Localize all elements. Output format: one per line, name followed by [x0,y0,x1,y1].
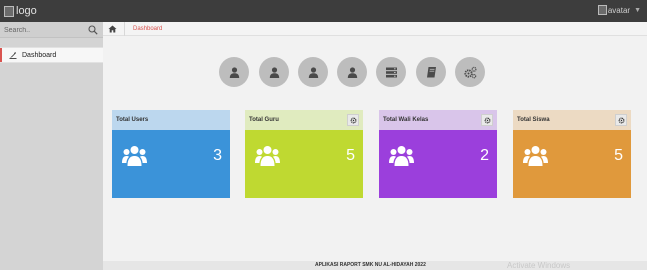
card-total-guru: Total Guru 5 [245,110,363,198]
breadcrumb-current[interactable]: Dashboard [133,26,162,32]
gear-icon [484,117,490,123]
quick-link-user-3[interactable] [298,57,328,87]
broken-image-icon [4,5,14,17]
user-icon [229,66,239,78]
users-icon [122,146,147,166]
search-icon[interactable] [88,25,98,35]
dashboard-icon [9,52,17,59]
avatar [597,5,607,15]
gear-icon [350,117,356,123]
quick-link-user-1[interactable] [219,57,249,87]
card-total-wali-kelas: Total Wali Kelas 2 [379,110,497,198]
card-title: Total Wali Kelas [383,117,429,123]
quick-link-user-2[interactable] [259,57,289,87]
sidebar-item-dashboard[interactable]: Dashboard [0,47,103,63]
card-count: 5 [614,147,623,164]
server-icon [385,67,397,77]
card-header: Total Guru [245,110,363,130]
breadcrumb-separator [124,21,125,36]
active-indicator [0,48,2,62]
card-count: 2 [480,147,489,164]
footer: APLIKASI RAPORT SMK NU AL-HIDAYAH 2022 A… [103,261,647,270]
gear-icon [618,117,624,123]
card-title: Total Users [116,117,149,123]
quick-link-settings[interactable] [455,57,485,87]
card-body: 5 [245,130,363,198]
card-body: 2 [379,130,497,198]
card-body: 3 [112,130,230,198]
card-count: 5 [346,147,355,164]
card-total-siswa: Total Siswa 5 [513,110,631,198]
home-icon[interactable] [108,25,117,33]
cogs-icon [463,66,477,78]
book-icon [426,66,436,77]
main-content: Total Users 3 Total Guru 5 Total Wali Ke… [103,36,647,261]
search-input[interactable] [4,24,88,36]
card-settings-button[interactable] [481,114,493,126]
chevron-down-icon[interactable]: ▼ [634,7,641,14]
user-menu[interactable]: avatar ▼ [597,5,641,15]
quick-link-user-4[interactable] [337,57,367,87]
card-settings-button[interactable] [347,114,359,126]
avatar-alt-text: avatar [607,5,631,15]
sidebar: Dashboard [0,22,103,270]
card-title: Total Guru [249,117,279,123]
users-icon [389,146,414,166]
activation-watermark: Activate Windows [507,261,571,270]
breadcrumb: Dashboard [103,21,647,36]
users-icon [523,146,548,166]
card-header: Total Wali Kelas [379,110,497,130]
users-icon [255,146,280,166]
card-header: Total Users [112,110,230,130]
sidebar-item-label: Dashboard [22,51,57,59]
top-bar: logo avatar ▼ [0,0,647,22]
card-title: Total Siswa [517,117,550,123]
sidebar-search [0,22,103,38]
user-icon [308,66,318,78]
card-body: 5 [513,130,631,198]
logo-alt-text: logo [16,5,37,17]
card-settings-button[interactable] [615,114,627,126]
card-header: Total Siswa [513,110,631,130]
card-total-users: Total Users 3 [112,110,230,198]
user-icon [269,66,279,78]
user-icon [347,66,357,78]
logo[interactable]: logo [4,4,37,18]
footer-text: APLIKASI RAPORT SMK NU AL-HIDAYAH 2022 [315,262,426,268]
card-count: 3 [213,147,222,164]
quick-link-book[interactable] [416,57,446,87]
quick-link-server[interactable] [376,57,406,87]
